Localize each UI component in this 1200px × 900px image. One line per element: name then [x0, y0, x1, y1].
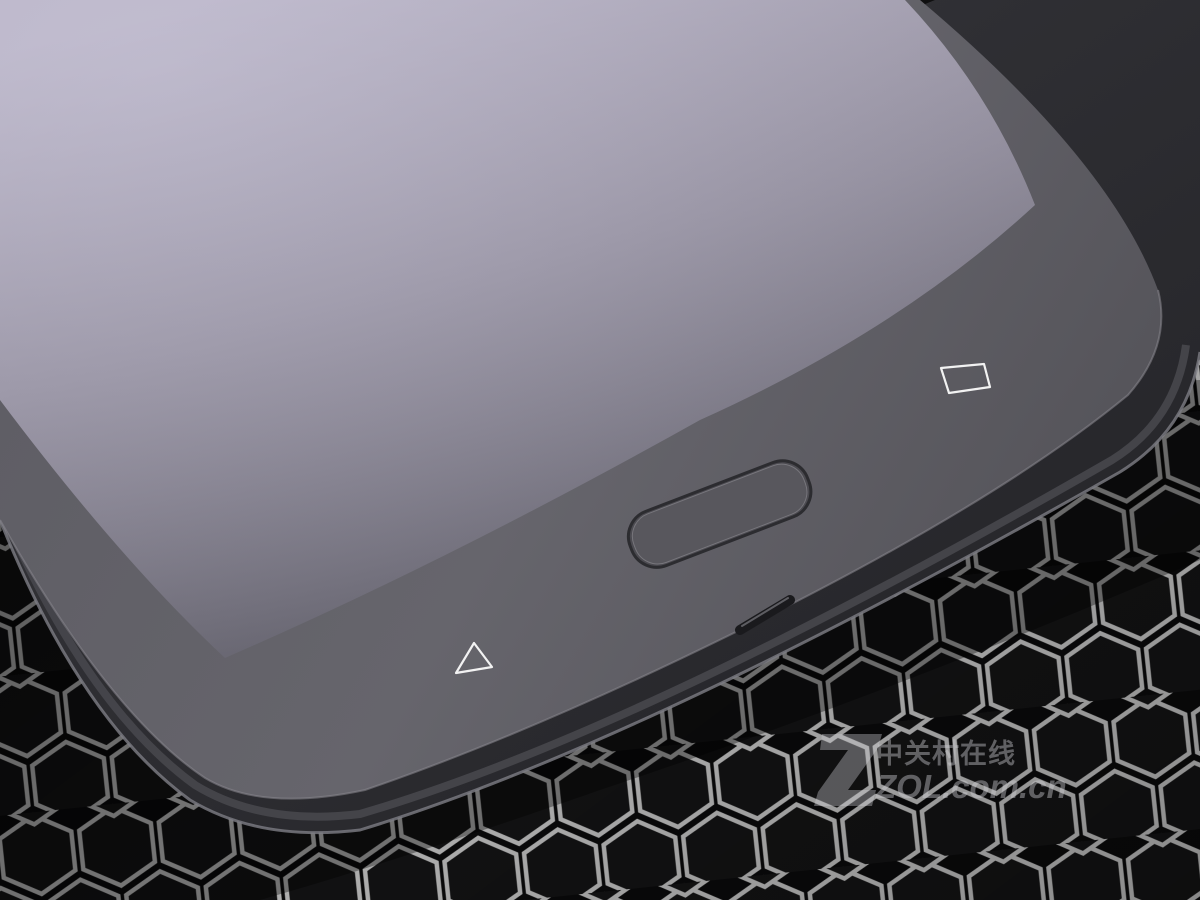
- watermark-url-text: ZOL.com.cn: [876, 768, 1067, 805]
- zol-watermark: 中关村在线 ZOL.com.cn: [812, 722, 1132, 818]
- watermark-chinese-text: 中关村在线: [876, 739, 1016, 770]
